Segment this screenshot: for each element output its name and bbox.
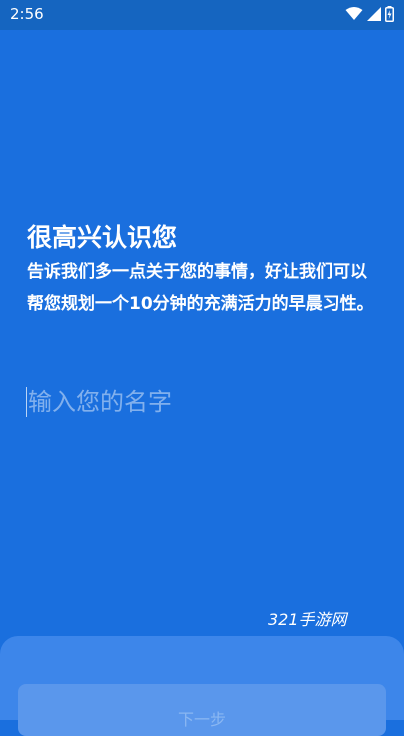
wifi-icon (345, 7, 363, 20)
watermark: 321手游网 (268, 610, 347, 629)
status-time: 2:56 (10, 5, 44, 23)
status-icons (345, 6, 394, 22)
greeting-title: 很高兴认识您 (27, 223, 178, 252)
signal-icon (367, 7, 381, 21)
name-input-container (26, 380, 378, 424)
text-cursor (26, 387, 27, 417)
status-bar: 2:56 (0, 0, 404, 30)
greeting-description: 告诉我们多一点关于您的事情，好让我们可以帮您规划一个10分钟的充满活力的早晨习性… (27, 262, 374, 314)
next-button[interactable]: 下一步 (18, 684, 386, 736)
battery-icon (385, 6, 394, 22)
bottom-panel: 下一步 (0, 636, 404, 736)
name-input[interactable] (26, 380, 378, 424)
